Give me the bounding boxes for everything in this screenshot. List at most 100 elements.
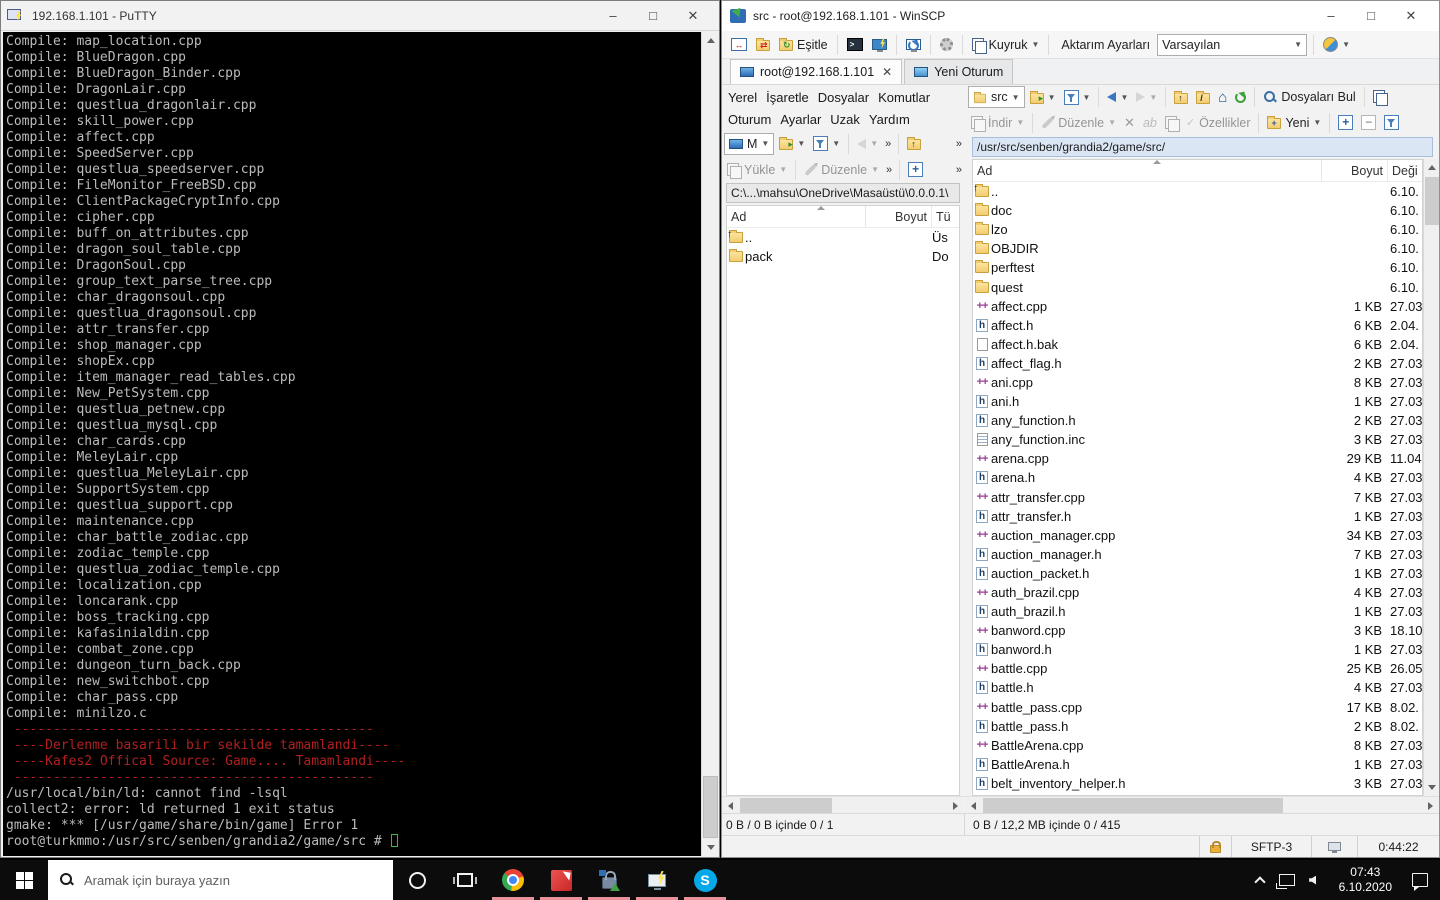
taskbar-app-putty-app[interactable] bbox=[633, 860, 681, 900]
winscp-minimize-button[interactable]: – bbox=[1311, 8, 1351, 24]
file-row[interactable]: hauth_brazil.h1 KB27.03 bbox=[973, 602, 1422, 621]
file-row[interactable]: any_function.inc3 KB27.03 bbox=[973, 430, 1422, 449]
file-row[interactable]: doc6.10. bbox=[973, 201, 1422, 220]
taskbar-search-input[interactable]: Aramak için buraya yazın bbox=[48, 860, 393, 900]
file-row[interactable]: harena.h4 KB27.03 bbox=[973, 468, 1422, 487]
local-open-dir-button[interactable]: ▸▼ bbox=[776, 132, 808, 156]
menu-item-oturum[interactable]: Oturum bbox=[728, 109, 771, 131]
file-row[interactable]: haffect.h6 KB2.04. bbox=[973, 316, 1422, 335]
scrollbar-thumb[interactable] bbox=[703, 776, 718, 838]
file-row[interactable]: ..Üs bbox=[727, 228, 959, 247]
remote-parent-dir-button[interactable]: ↑ bbox=[1171, 85, 1191, 109]
action-center-button[interactable] bbox=[1400, 860, 1440, 900]
file-row[interactable]: affect.h.bak6 KB2.04. bbox=[973, 335, 1422, 354]
refresh-session-button[interactable] bbox=[903, 33, 924, 57]
remote-horizontal-scrollbar[interactable] bbox=[965, 796, 1439, 813]
remote-copy-button[interactable] bbox=[1370, 85, 1389, 109]
local-horizontal-scrollbar[interactable] bbox=[722, 796, 964, 813]
column-header-type[interactable]: Tü bbox=[932, 206, 959, 227]
menu-item-i̇şaretle[interactable]: İşaretle bbox=[766, 87, 809, 109]
winscp-close-button[interactable]: ✕ bbox=[1391, 8, 1431, 24]
file-row[interactable]: packDo bbox=[727, 247, 959, 266]
putty-minimize-button[interactable]: – bbox=[593, 8, 633, 24]
file-row[interactable]: haffect_flag.h2 KB27.03 bbox=[973, 354, 1422, 373]
scroll-down-icon[interactable] bbox=[702, 839, 719, 856]
preferences-button[interactable] bbox=[937, 33, 956, 57]
network-tray-button[interactable] bbox=[1273, 860, 1301, 900]
open-putty-button[interactable] bbox=[869, 33, 890, 57]
duplicate-button[interactable] bbox=[1162, 111, 1181, 135]
queue-button[interactable]: Kuyruk▼ bbox=[969, 33, 1043, 57]
putty-close-button[interactable]: ✕ bbox=[673, 8, 713, 24]
remote-open-dir-button[interactable]: ▸▼ bbox=[1027, 85, 1059, 109]
toggle-panels-button[interactable]: ↔ bbox=[728, 33, 750, 57]
new-button[interactable]: +Yeni▼ bbox=[1264, 111, 1324, 135]
file-row[interactable]: ++ani.cpp8 KB27.03 bbox=[973, 373, 1422, 392]
server-indicator[interactable] bbox=[1311, 836, 1357, 857]
local-drive-combo[interactable]: M▼ bbox=[724, 133, 774, 155]
column-header-modified[interactable]: Deği bbox=[1388, 160, 1422, 181]
tab-new-session[interactable]: Yeni Oturum bbox=[904, 59, 1013, 84]
menu-item-uzak[interactable]: Uzak bbox=[830, 109, 860, 131]
selection-filter-button[interactable] bbox=[1381, 111, 1402, 135]
open-console-button[interactable]: > bbox=[844, 33, 866, 57]
file-row[interactable]: hbattle_pass.h2 KB8.02. bbox=[973, 717, 1422, 736]
file-row[interactable]: ++arena.cpp29 KB11.04 bbox=[973, 449, 1422, 468]
start-button[interactable] bbox=[0, 860, 48, 900]
file-row[interactable]: hattr_transfer.h1 KB27.03 bbox=[973, 507, 1422, 526]
toolbar-overflow-icon[interactable]: » bbox=[884, 164, 894, 176]
file-row[interactable]: hauction_manager.h7 KB27.03 bbox=[973, 545, 1422, 564]
remote-filter-button[interactable]: ▼ bbox=[1061, 85, 1094, 109]
find-files-button[interactable]: Dosyaları Bul bbox=[1260, 85, 1358, 109]
local-parent-dir-button[interactable]: ↑ bbox=[904, 132, 924, 156]
column-header-name[interactable]: Ad bbox=[727, 206, 866, 227]
transfer-settings-select[interactable]: Varsayılan▼ bbox=[1157, 34, 1307, 56]
file-row[interactable]: hbanword.h1 KB27.03 bbox=[973, 640, 1422, 659]
taskbar-app-secure-app[interactable] bbox=[585, 860, 633, 900]
menu-item-komutlar[interactable]: Komutlar bbox=[878, 87, 930, 109]
file-row[interactable]: ++battle_pass.cpp17 KB8.02. bbox=[973, 698, 1422, 717]
remote-root-dir-button[interactable]: / bbox=[1193, 85, 1213, 109]
delete-button[interactable]: ✕ bbox=[1121, 111, 1138, 135]
task-view-button[interactable] bbox=[441, 860, 489, 900]
tab-session-active[interactable]: root@192.168.1.101 ✕ bbox=[730, 59, 902, 84]
compare-directories-button[interactable]: ⇄ bbox=[753, 33, 773, 57]
file-row[interactable]: OBJDIR6.10. bbox=[973, 239, 1422, 258]
file-row[interactable]: ..6.10. bbox=[973, 182, 1422, 201]
properties-button[interactable]: ✓Özellikler bbox=[1183, 111, 1254, 135]
menu-item-yardım[interactable]: Yardım bbox=[869, 109, 910, 131]
download-button[interactable]: İndir▼ bbox=[968, 111, 1027, 135]
protocol-indicator[interactable]: SFTP-3 bbox=[1231, 836, 1311, 857]
column-header-name[interactable]: Ad bbox=[973, 160, 1322, 181]
local-select-button[interactable]: + bbox=[905, 158, 926, 182]
toolbar-overflow-icon[interactable]: » bbox=[883, 138, 893, 150]
toolbar-overflow-icon[interactable]: » bbox=[954, 164, 964, 176]
local-filter-button[interactable]: ▼ bbox=[810, 132, 843, 156]
taskbar-app-red-app[interactable] bbox=[537, 860, 585, 900]
file-row[interactable]: hBattleArena.h1 KB27.03 bbox=[973, 755, 1422, 774]
file-row[interactable]: hani.h1 KB27.03 bbox=[973, 392, 1422, 411]
menu-item-yerel[interactable]: Yerel bbox=[728, 87, 757, 109]
file-row[interactable]: hauction_packet.h1 KB27.03 bbox=[973, 564, 1422, 583]
putty-scrollbar[interactable] bbox=[701, 32, 718, 856]
file-row[interactable]: ++banword.cpp3 KB18.10 bbox=[973, 621, 1422, 640]
putty-maximize-button[interactable]: □ bbox=[633, 8, 673, 24]
remote-path-bar[interactable]: /usr/src/senben/grandia2/game/src/ bbox=[972, 137, 1433, 157]
local-back-button[interactable]: ▼ bbox=[854, 132, 881, 156]
toolbar-overflow-icon[interactable]: » bbox=[954, 138, 964, 150]
file-row[interactable]: perftest6.10. bbox=[973, 258, 1422, 277]
local-edit-button[interactable]: Düzenle▼ bbox=[801, 158, 882, 182]
winscp-maximize-button[interactable]: □ bbox=[1351, 8, 1391, 24]
file-row[interactable]: quest6.10. bbox=[973, 277, 1422, 296]
terminal-output[interactable]: Compile: map_location.cppCompile: BlueDr… bbox=[3, 32, 701, 856]
rename-button[interactable]: ab bbox=[1140, 111, 1160, 135]
remote-forward-button[interactable]: ▼ bbox=[1133, 85, 1160, 109]
local-path-bar[interactable]: C:\...\mahsu\OneDrive\Masaüstü\0.0.0.1\ bbox=[726, 183, 960, 203]
sync-browsing-button[interactable]: ▼ bbox=[1320, 33, 1353, 57]
select-button[interactable]: + bbox=[1335, 111, 1356, 135]
column-header-size[interactable]: Boyut bbox=[1322, 160, 1388, 181]
file-row[interactable]: ++auth_brazil.cpp4 KB27.03 bbox=[973, 583, 1422, 602]
taskbar-app-chrome[interactable] bbox=[489, 860, 537, 900]
file-row[interactable]: ++affect.cpp1 KB27.03 bbox=[973, 297, 1422, 316]
clock-tray-button[interactable]: 07:43 6.10.2020 bbox=[1331, 860, 1400, 900]
